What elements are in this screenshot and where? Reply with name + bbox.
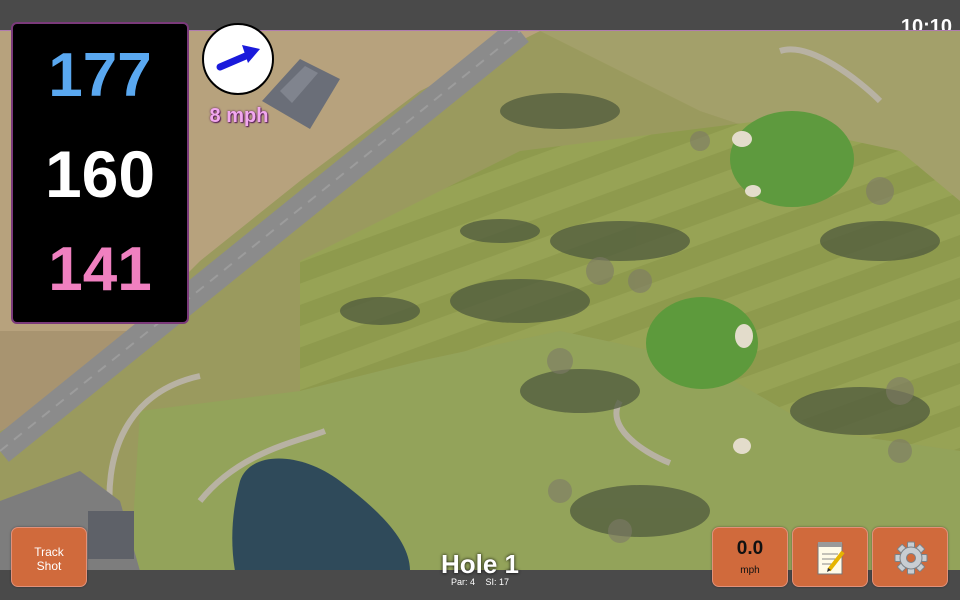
distance-panel: 177 160 141 [11, 22, 189, 324]
wind-speed-label: 8 mph [209, 105, 269, 127]
speed-unit: mph [740, 565, 760, 576]
notes-button[interactable] [792, 527, 868, 587]
hole-title: Hole 1 [440, 549, 520, 579]
back-distance: 177 [48, 41, 152, 110]
speed-value: 0.0 [736, 538, 764, 559]
par-label: Par: 4 [450, 577, 475, 587]
wind-indicator [202, 23, 274, 95]
track-shot-label-line2: Shot [36, 559, 62, 573]
settings-button[interactable] [872, 527, 948, 587]
hole-info: Par: 4 SI: 17 [380, 577, 580, 587]
gear-icon [894, 541, 928, 575]
track-shot-button[interactable]: Track Shot [11, 527, 87, 587]
stroke-index-label: SI: 17 [485, 577, 510, 587]
wind-arrow-icon [216, 45, 260, 71]
speed-button[interactable]: 0.0 mph [712, 527, 788, 587]
front-distance: 141 [48, 235, 152, 304]
notepad-icon [817, 542, 845, 575]
track-shot-label-line1: Track [34, 545, 64, 559]
middle-distance: 160 [44, 137, 156, 211]
